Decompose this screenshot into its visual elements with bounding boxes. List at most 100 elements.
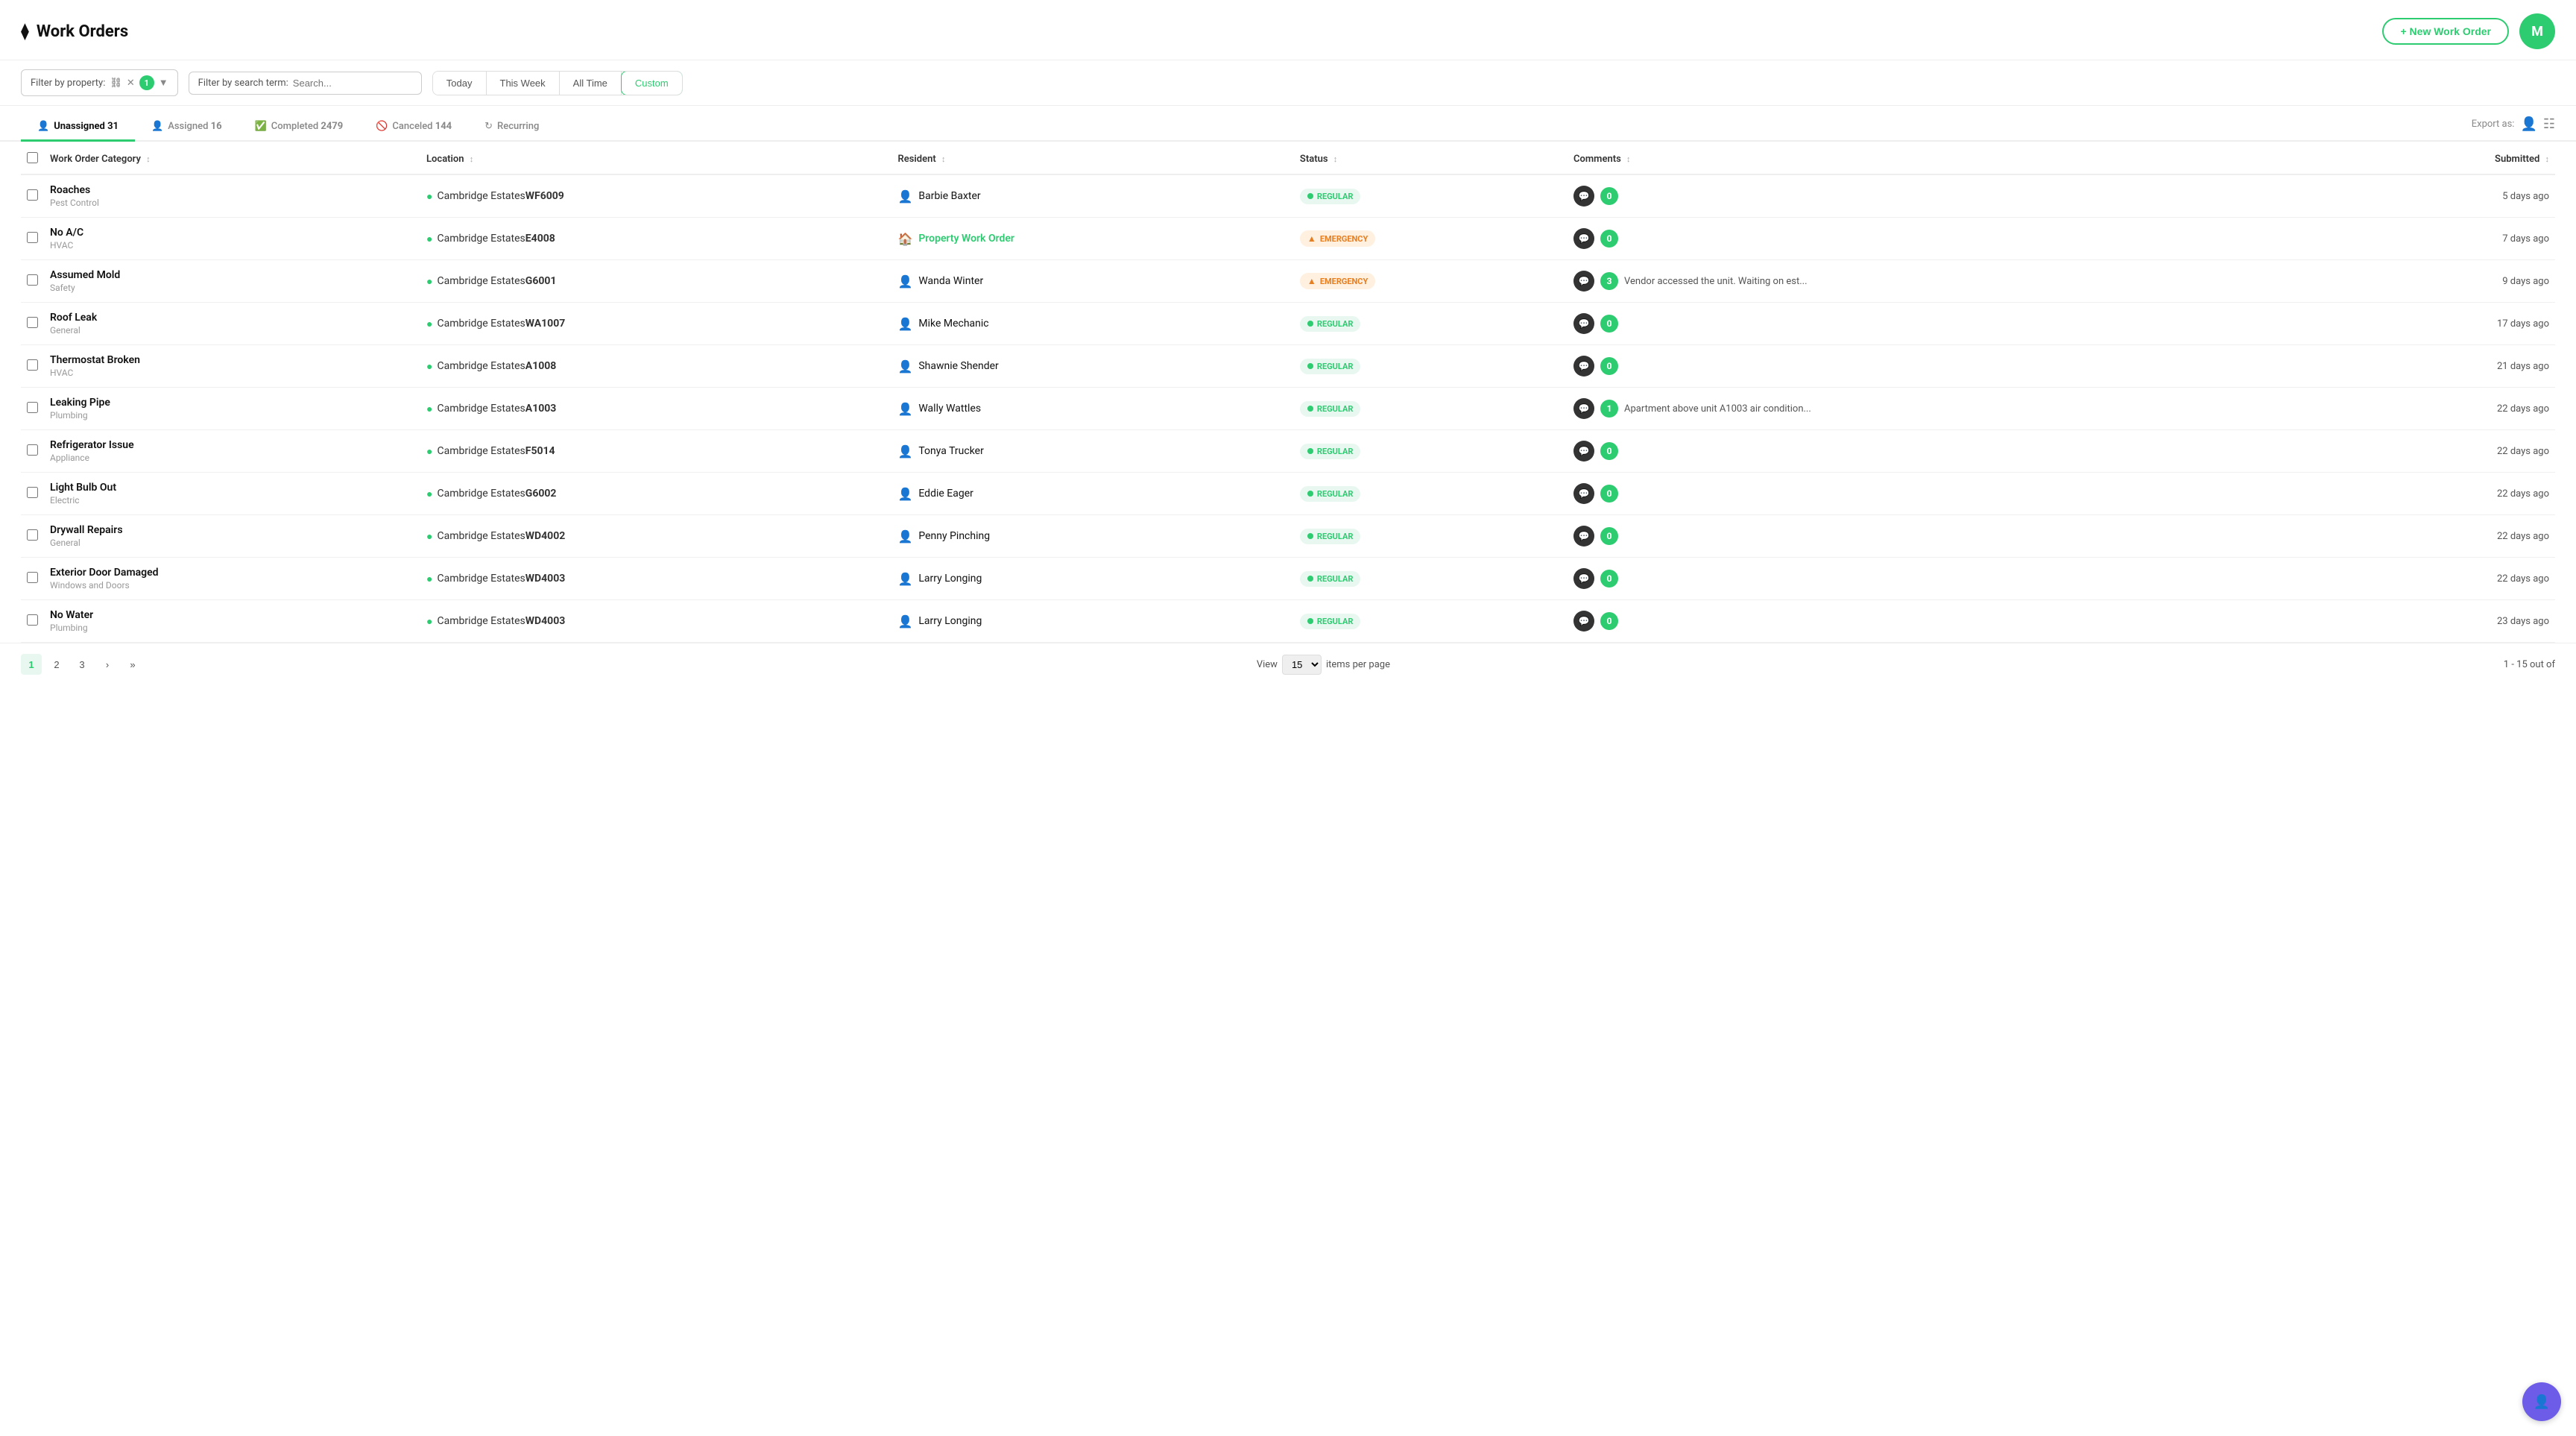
page-2-button[interactable]: 2 <box>46 654 67 675</box>
status-badge: REGULAR <box>1300 401 1360 417</box>
page-3-button[interactable]: 3 <box>72 654 92 675</box>
location-name[interactable]: Cambridge EstatesWD4003 <box>438 615 566 627</box>
tab-recurring[interactable]: ↻ Recurring <box>468 113 555 142</box>
col-location[interactable]: Location ↕ <box>420 142 891 174</box>
submitted-cell: 21 days ago <box>2354 361 2549 372</box>
category-sub: Pest Control <box>50 198 414 208</box>
filters-row: Filter by property: ⛓ ✕ 1 ▼ Filter by se… <box>0 60 2576 106</box>
comment-bubble[interactable]: 💬 <box>1573 271 1594 292</box>
row-checkbox[interactable] <box>27 529 38 541</box>
resident-name[interactable]: Mike Mechanic <box>918 318 988 330</box>
page-1-button[interactable]: 1 <box>21 654 42 675</box>
row-checkbox[interactable] <box>27 274 38 286</box>
category-title: Drywall Repairs <box>50 524 414 536</box>
status-dot <box>1307 321 1313 327</box>
time-alltime-button[interactable]: All Time <box>560 72 622 95</box>
per-page-select[interactable]: 15 25 50 <box>1282 655 1322 675</box>
row-checkbox[interactable] <box>27 317 38 328</box>
row-checkbox[interactable] <box>27 189 38 201</box>
resident-name[interactable]: Wanda Winter <box>918 275 983 287</box>
resident-name[interactable]: Wally Wattles <box>918 403 981 415</box>
search-input[interactable] <box>293 78 412 89</box>
location-name[interactable]: Cambridge EstatesA1008 <box>438 360 557 372</box>
location-name[interactable]: Cambridge EstatesWD4003 <box>438 573 566 585</box>
property-filter-close[interactable]: ✕ <box>127 78 135 89</box>
row-checkbox[interactable] <box>27 359 38 371</box>
resident-name[interactable]: Tonya Trucker <box>918 445 984 457</box>
row-checkbox[interactable] <box>27 402 38 413</box>
row-checkbox[interactable] <box>27 614 38 626</box>
comment-bubble[interactable]: 💬 <box>1573 228 1594 249</box>
comment-bubble[interactable]: 💬 <box>1573 568 1594 589</box>
time-today-button[interactable]: Today <box>433 72 487 95</box>
row-checkbox[interactable] <box>27 487 38 498</box>
col-status[interactable]: Status ↕ <box>1294 142 1568 174</box>
tab-canceled[interactable]: 🚫 Canceled 144 <box>359 113 468 142</box>
export-grid-icon[interactable]: ☷ <box>2543 116 2555 132</box>
bottom-avatar[interactable]: 👤 <box>2522 1382 2561 1421</box>
location-name[interactable]: Cambridge EstatesG6001 <box>438 275 557 287</box>
export-csv-icon[interactable]: 👤 <box>2520 116 2536 132</box>
submitted-cell: 22 days ago <box>2354 403 2549 415</box>
location-name[interactable]: Cambridge EstatesWD4002 <box>438 530 566 542</box>
comment-count: 0 <box>1600 357 1618 375</box>
row-checkbox[interactable] <box>27 232 38 243</box>
comment-bubble[interactable]: 💬 <box>1573 356 1594 377</box>
time-thisweek-button[interactable]: This Week <box>487 72 560 95</box>
resident-name[interactable]: Eddie Eager <box>918 488 973 500</box>
category-title: Light Bulb Out <box>50 482 414 494</box>
submitted-cell: 5 days ago <box>2354 191 2549 202</box>
col-category[interactable]: Work Order Category ↕ <box>44 142 420 174</box>
comment-bubble[interactable]: 💬 <box>1573 526 1594 547</box>
top-bar-left: ⧫ Work Orders <box>21 22 128 41</box>
select-all-header[interactable] <box>21 142 44 174</box>
resident-name[interactable]: Larry Longing <box>918 615 982 627</box>
property-badge: 1 <box>139 75 154 90</box>
comment-bubble[interactable]: 💬 <box>1573 398 1594 419</box>
resident-name[interactable]: Larry Longing <box>918 573 982 585</box>
resident-name[interactable]: Penny Pinching <box>918 530 990 542</box>
comment-bubble[interactable]: 💬 <box>1573 611 1594 632</box>
new-work-order-button[interactable]: + New Work Order <box>2382 18 2509 45</box>
comment-count: 3 <box>1600 272 1618 290</box>
tab-unassigned[interactable]: 👤 Unassigned 31 <box>21 113 135 142</box>
tab-assigned[interactable]: 👤 Assigned 16 <box>135 113 239 142</box>
avatar[interactable]: M <box>2519 13 2555 49</box>
tab-recurring-icon: ↻ <box>484 121 493 132</box>
col-submitted[interactable]: Submitted ↕ <box>2348 142 2555 174</box>
comment-bubble[interactable]: 💬 <box>1573 313 1594 334</box>
status-badge: REGULAR <box>1300 571 1360 587</box>
col-resident[interactable]: Resident ↕ <box>891 142 1293 174</box>
property-dropdown-icon[interactable]: ▼ <box>159 77 168 89</box>
status-badge: REGULAR <box>1300 486 1360 502</box>
page-next-button[interactable]: › <box>97 654 118 675</box>
location-name[interactable]: Cambridge EstatesA1003 <box>438 403 557 415</box>
col-comments[interactable]: Comments ↕ <box>1568 142 2348 174</box>
comment-bubble[interactable]: 💬 <box>1573 483 1594 504</box>
row-checkbox[interactable] <box>27 444 38 456</box>
tab-completed[interactable]: ✅ Completed 2479 <box>239 113 360 142</box>
search-filter-label: Filter by search term: <box>198 78 288 89</box>
location-name[interactable]: Cambridge EstatesWA1007 <box>438 318 566 330</box>
location-name[interactable]: Cambridge EstatesWF6009 <box>438 190 564 202</box>
location-cell: ●Cambridge EstatesG6001 <box>426 275 886 288</box>
resident-name[interactable]: Property Work Order <box>918 233 1014 245</box>
category-sub: Windows and Doors <box>50 580 414 591</box>
location-name[interactable]: Cambridge EstatesF5014 <box>438 445 555 457</box>
resident-name[interactable]: Barbie Baxter <box>918 190 980 202</box>
person-icon: 👤 <box>897 572 912 586</box>
location-name[interactable]: Cambridge EstatesE4008 <box>438 233 555 245</box>
comment-bubble[interactable]: 💬 <box>1573 186 1594 207</box>
time-custom-button[interactable]: Custom <box>621 71 683 95</box>
resident-cell: 👤Mike Mechanic <box>897 317 1287 331</box>
status-dot <box>1307 363 1313 369</box>
comment-bubble[interactable]: 💬 <box>1573 441 1594 462</box>
page-last-button[interactable]: » <box>122 654 143 675</box>
location-name[interactable]: Cambridge EstatesG6002 <box>438 488 557 500</box>
tab-canceled-icon: 🚫 <box>376 121 388 132</box>
category-title: Refrigerator Issue <box>50 439 414 451</box>
pin-icon: ● <box>426 403 432 415</box>
select-all-checkbox[interactable] <box>27 152 38 163</box>
row-checkbox[interactable] <box>27 572 38 583</box>
resident-name[interactable]: Shawnie Shender <box>918 360 998 372</box>
